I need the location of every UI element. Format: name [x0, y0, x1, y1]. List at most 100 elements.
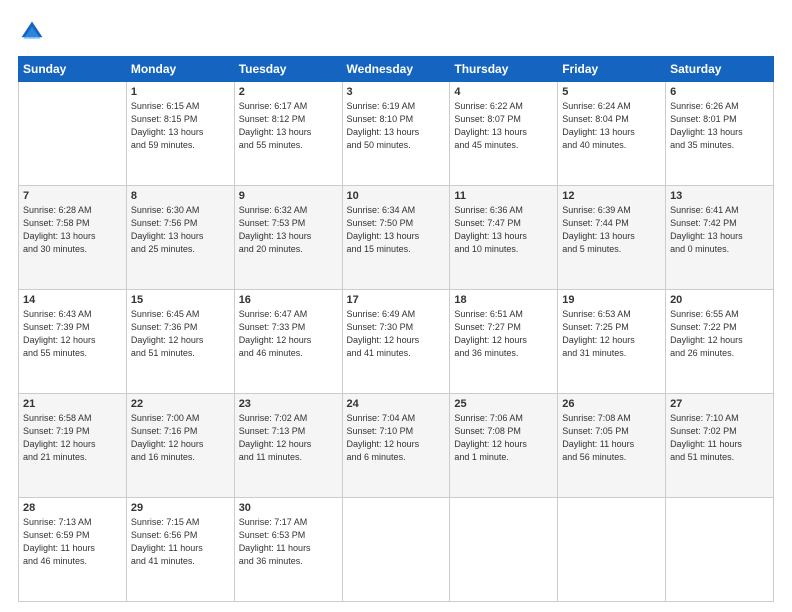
- day-cell: 6 Sunrise: 6:26 AM Sunset: 8:01 PM Daylig…: [666, 82, 774, 186]
- day-number: 19: [562, 294, 661, 306]
- logo-icon: [18, 18, 46, 46]
- day-info: Sunrise: 6:47 AM Sunset: 7:33 PM Dayligh…: [239, 308, 338, 360]
- col-header-saturday: Saturday: [666, 57, 774, 82]
- col-header-friday: Friday: [558, 57, 666, 82]
- day-info: Sunrise: 6:22 AM Sunset: 8:07 PM Dayligh…: [454, 100, 553, 152]
- day-number: 25: [454, 398, 553, 410]
- day-cell: 2 Sunrise: 6:17 AM Sunset: 8:12 PM Daylig…: [234, 82, 342, 186]
- day-info: Sunrise: 7:10 AM Sunset: 7:02 PM Dayligh…: [670, 412, 769, 464]
- day-cell: 9 Sunrise: 6:32 AM Sunset: 7:53 PM Daylig…: [234, 186, 342, 290]
- logo: [18, 18, 50, 46]
- day-number: 28: [23, 502, 122, 514]
- day-cell: 12Sunrise: 6:39 AM Sunset: 7:44 PM Dayli…: [558, 186, 666, 290]
- day-number: 18: [454, 294, 553, 306]
- day-cell: 30 Sunrise: 7:17 AM Sunset: 6:53 PM Dayli…: [234, 498, 342, 602]
- day-info: Sunrise: 6:30 AM Sunset: 7:56 PM Dayligh…: [131, 204, 230, 256]
- day-cell: [450, 498, 558, 602]
- week-row-1: 1 Sunrise: 6:15 AM Sunset: 8:15 PM Daylig…: [19, 82, 774, 186]
- day-number: 23: [239, 398, 338, 410]
- day-number: 30: [239, 502, 338, 514]
- day-cell: 25 Sunrise: 7:06 AM Sunset: 7:08 PM Dayli…: [450, 394, 558, 498]
- day-info: Sunrise: 6:53 AM Sunset: 7:25 PM Dayligh…: [562, 308, 661, 360]
- day-info: Sunrise: 7:17 AM Sunset: 6:53 PM Dayligh…: [239, 516, 338, 568]
- day-cell: 29 Sunrise: 7:15 AM Sunset: 6:56 PM Dayli…: [126, 498, 234, 602]
- day-info: Sunrise: 6:41 AM Sunset: 7:42 PM Dayligh…: [670, 204, 769, 256]
- day-info: Sunrise: 7:15 AM Sunset: 6:56 PM Dayligh…: [131, 516, 230, 568]
- day-cell: 1 Sunrise: 6:15 AM Sunset: 8:15 PM Daylig…: [126, 82, 234, 186]
- day-cell: 8 Sunrise: 6:30 AM Sunset: 7:56 PM Daylig…: [126, 186, 234, 290]
- col-header-tuesday: Tuesday: [234, 57, 342, 82]
- day-cell: 20 Sunrise: 6:55 AM Sunset: 7:22 PM Dayli…: [666, 290, 774, 394]
- day-info: Sunrise: 6:15 AM Sunset: 8:15 PM Dayligh…: [131, 100, 230, 152]
- day-cell: 26Sunrise: 7:08 AM Sunset: 7:05 PM Dayli…: [558, 394, 666, 498]
- day-number: 13: [670, 190, 769, 202]
- day-cell: 14Sunrise: 6:43 AM Sunset: 7:39 PM Dayli…: [19, 290, 127, 394]
- day-info: Sunrise: 6:28 AM Sunset: 7:58 PM Dayligh…: [23, 204, 122, 256]
- day-number: 16: [239, 294, 338, 306]
- day-number: 2: [239, 86, 338, 98]
- day-cell: 24 Sunrise: 7:04 AM Sunset: 7:10 PM Dayli…: [342, 394, 450, 498]
- day-info: Sunrise: 6:58 AM Sunset: 7:19 PM Dayligh…: [23, 412, 122, 464]
- day-number: 3: [347, 86, 446, 98]
- day-number: 29: [131, 502, 230, 514]
- day-number: 12: [562, 190, 661, 202]
- day-cell: 7 Sunrise: 6:28 AM Sunset: 7:58 PM Daylig…: [19, 186, 127, 290]
- day-number: 11: [454, 190, 553, 202]
- day-number: 21: [23, 398, 122, 410]
- day-cell: 15Sunrise: 6:45 AM Sunset: 7:36 PM Dayli…: [126, 290, 234, 394]
- day-number: 27: [670, 398, 769, 410]
- day-info: Sunrise: 6:36 AM Sunset: 7:47 PM Dayligh…: [454, 204, 553, 256]
- day-cell: 17 Sunrise: 6:49 AM Sunset: 7:30 PM Dayli…: [342, 290, 450, 394]
- col-header-wednesday: Wednesday: [342, 57, 450, 82]
- day-cell: 19 Sunrise: 6:53 AM Sunset: 7:25 PM Dayli…: [558, 290, 666, 394]
- day-cell: 22 Sunrise: 7:00 AM Sunset: 7:16 PM Dayli…: [126, 394, 234, 498]
- day-info: Sunrise: 6:51 AM Sunset: 7:27 PM Dayligh…: [454, 308, 553, 360]
- day-cell: 4 Sunrise: 6:22 AM Sunset: 8:07 PM Daylig…: [450, 82, 558, 186]
- col-header-thursday: Thursday: [450, 57, 558, 82]
- day-number: 24: [347, 398, 446, 410]
- day-number: 6: [670, 86, 769, 98]
- day-cell: 5 Sunrise: 6:24 AM Sunset: 8:04 PM Daylig…: [558, 82, 666, 186]
- day-info: Sunrise: 6:55 AM Sunset: 7:22 PM Dayligh…: [670, 308, 769, 360]
- day-cell: 28 Sunrise: 7:13 AM Sunset: 6:59 PM Dayli…: [19, 498, 127, 602]
- calendar-table: SundayMondayTuesdayWednesdayThursdayFrid…: [18, 56, 774, 602]
- day-cell: [342, 498, 450, 602]
- day-info: Sunrise: 7:04 AM Sunset: 7:10 PM Dayligh…: [347, 412, 446, 464]
- day-number: 20: [670, 294, 769, 306]
- day-info: Sunrise: 6:45 AM Sunset: 7:36 PM Dayligh…: [131, 308, 230, 360]
- col-header-monday: Monday: [126, 57, 234, 82]
- day-info: Sunrise: 6:24 AM Sunset: 8:04 PM Dayligh…: [562, 100, 661, 152]
- day-cell: [19, 82, 127, 186]
- page: SundayMondayTuesdayWednesdayThursdayFrid…: [0, 0, 792, 612]
- day-cell: 27 Sunrise: 7:10 AM Sunset: 7:02 PM Dayli…: [666, 394, 774, 498]
- header-row: SundayMondayTuesdayWednesdayThursdayFrid…: [19, 57, 774, 82]
- week-row-4: 21 Sunrise: 6:58 AM Sunset: 7:19 PM Dayli…: [19, 394, 774, 498]
- day-number: 5: [562, 86, 661, 98]
- day-cell: 11 Sunrise: 6:36 AM Sunset: 7:47 PM Dayli…: [450, 186, 558, 290]
- day-info: Sunrise: 6:49 AM Sunset: 7:30 PM Dayligh…: [347, 308, 446, 360]
- day-cell: 21 Sunrise: 6:58 AM Sunset: 7:19 PM Dayli…: [19, 394, 127, 498]
- day-info: Sunrise: 6:26 AM Sunset: 8:01 PM Dayligh…: [670, 100, 769, 152]
- day-cell: [558, 498, 666, 602]
- day-cell: 3Sunrise: 6:19 AM Sunset: 8:10 PM Daylig…: [342, 82, 450, 186]
- day-number: 10: [347, 190, 446, 202]
- day-cell: 18 Sunrise: 6:51 AM Sunset: 7:27 PM Dayli…: [450, 290, 558, 394]
- day-cell: 13 Sunrise: 6:41 AM Sunset: 7:42 PM Dayli…: [666, 186, 774, 290]
- day-info: Sunrise: 6:17 AM Sunset: 8:12 PM Dayligh…: [239, 100, 338, 152]
- day-number: 1: [131, 86, 230, 98]
- day-number: 8: [131, 190, 230, 202]
- day-cell: [666, 498, 774, 602]
- week-row-3: 14Sunrise: 6:43 AM Sunset: 7:39 PM Dayli…: [19, 290, 774, 394]
- day-number: 9: [239, 190, 338, 202]
- day-number: 4: [454, 86, 553, 98]
- day-cell: 16 Sunrise: 6:47 AM Sunset: 7:33 PM Dayli…: [234, 290, 342, 394]
- day-info: Sunrise: 7:13 AM Sunset: 6:59 PM Dayligh…: [23, 516, 122, 568]
- day-info: Sunrise: 7:08 AM Sunset: 7:05 PM Dayligh…: [562, 412, 661, 464]
- day-number: 22: [131, 398, 230, 410]
- header: [18, 18, 774, 46]
- day-info: Sunrise: 6:32 AM Sunset: 7:53 PM Dayligh…: [239, 204, 338, 256]
- day-info: Sunrise: 7:00 AM Sunset: 7:16 PM Dayligh…: [131, 412, 230, 464]
- day-number: 7: [23, 190, 122, 202]
- day-info: Sunrise: 7:06 AM Sunset: 7:08 PM Dayligh…: [454, 412, 553, 464]
- day-number: 17: [347, 294, 446, 306]
